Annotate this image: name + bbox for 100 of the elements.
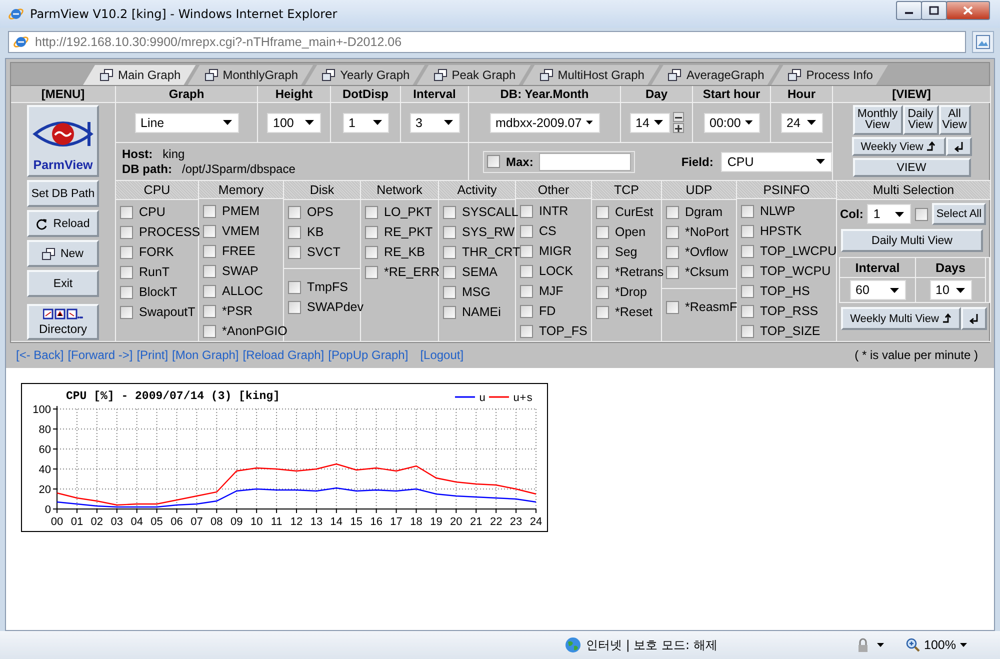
checkbox[interactable] (596, 246, 609, 258)
dropdown[interactable]: Line (134, 112, 238, 132)
compatibility-button[interactable] (972, 31, 994, 53)
tab[interactable]: MonthlyGraph (188, 65, 314, 85)
checkbox[interactable] (666, 206, 679, 218)
select-all-button[interactable]: Select All (932, 203, 986, 225)
checkbox[interactable] (203, 304, 216, 318)
decrement-button[interactable] (672, 112, 684, 122)
dropdown[interactable]: 1 (867, 204, 912, 224)
tab[interactable]: MultiHost Graph (522, 65, 660, 85)
tab[interactable]: Peak Graph (416, 65, 531, 85)
dropdown[interactable]: CPU (721, 152, 832, 172)
checkbox[interactable] (520, 224, 533, 238)
checkbox[interactable] (520, 324, 533, 338)
checkbox[interactable] (203, 204, 216, 218)
checkbox[interactable] (203, 264, 216, 278)
checkbox[interactable] (520, 304, 533, 318)
maximize-button[interactable] (921, 1, 947, 20)
checkbox[interactable] (443, 286, 456, 298)
checkbox[interactable] (203, 224, 216, 238)
checkbox[interactable] (365, 206, 378, 218)
return-button[interactable] (946, 137, 972, 156)
checkbox[interactable] (741, 264, 754, 278)
checkbox[interactable] (120, 266, 133, 278)
checkbox[interactable] (365, 266, 378, 278)
checkbox[interactable] (596, 206, 609, 218)
checkbox[interactable] (596, 266, 609, 278)
dropdown[interactable]: mdbxx-2009.07 (490, 112, 600, 132)
directory-button[interactable]: Directory (27, 304, 99, 340)
tab[interactable]: AverageGraph (651, 65, 780, 85)
checkbox[interactable] (520, 204, 533, 218)
checkbox[interactable] (203, 324, 216, 338)
menu-button[interactable]: Set DB Path (27, 180, 99, 207)
dropdown[interactable]: 60 (850, 280, 906, 300)
checkbox[interactable] (520, 284, 533, 298)
checkbox[interactable] (741, 324, 754, 338)
checkbox[interactable] (120, 206, 133, 218)
checkbox[interactable] (596, 286, 609, 298)
checkbox[interactable] (288, 246, 301, 258)
checkbox[interactable] (915, 208, 928, 220)
checkbox[interactable] (741, 224, 754, 238)
dropdown[interactable]: 24 (780, 112, 822, 132)
checkbox[interactable] (741, 284, 754, 298)
checkbox[interactable] (365, 246, 378, 258)
view-button[interactable]: Monthly View (852, 105, 902, 135)
checkbox[interactable] (443, 306, 456, 318)
checkbox[interactable] (741, 204, 754, 218)
checkbox[interactable] (596, 226, 609, 238)
checkbox[interactable] (288, 206, 301, 218)
checkbox[interactable] (741, 244, 754, 258)
checkbox[interactable] (443, 206, 456, 218)
weekly-multi-view-button[interactable]: Weekly Multi View (841, 307, 961, 330)
address-field[interactable]: http://192.168.10.30:9900/mrepx.cgi?-nTHframe_main+-D2012.06 (8, 31, 966, 53)
checkbox[interactable] (288, 300, 301, 314)
dropdown[interactable]: 100 (267, 112, 321, 132)
stepper[interactable] (672, 112, 684, 133)
checkbox[interactable] (666, 226, 679, 238)
view-button[interactable]: VIEW (852, 158, 970, 177)
logo-button[interactable]: ParmView (27, 105, 99, 177)
checkbox[interactable] (520, 244, 533, 258)
checkbox[interactable] (288, 280, 301, 294)
checkbox[interactable] (120, 306, 133, 318)
tab[interactable]: Process Info (771, 65, 888, 85)
view-button[interactable]: All View (938, 105, 970, 135)
new-button[interactable]: New (27, 240, 99, 267)
dropdown[interactable]: 14 (630, 112, 670, 132)
minimize-button[interactable] (896, 1, 922, 20)
menu-button[interactable]: Exit (27, 270, 99, 297)
checkbox[interactable] (443, 226, 456, 238)
checkbox[interactable] (120, 226, 133, 238)
return-button[interactable] (961, 307, 987, 330)
dropdown[interactable]: 00:00 (704, 112, 760, 132)
checkbox[interactable] (666, 246, 679, 258)
dropdown[interactable]: 10 (930, 280, 972, 300)
daily-multi-view-button[interactable]: Daily Multi View (841, 229, 983, 252)
checkbox[interactable] (666, 300, 679, 314)
checkbox[interactable] (520, 264, 533, 278)
checkbox[interactable] (120, 286, 133, 298)
zoom-button[interactable]: 100% (902, 638, 971, 652)
checkbox[interactable] (741, 304, 754, 318)
max-field[interactable] (539, 152, 632, 170)
reload-button[interactable]: Reload (27, 210, 99, 237)
checkbox[interactable] (288, 226, 301, 238)
checkbox[interactable] (443, 266, 456, 278)
dropdown[interactable]: 3 (410, 112, 460, 132)
checkbox[interactable] (666, 266, 679, 278)
weekly-view-button[interactable]: Weekly View (852, 137, 946, 156)
checkbox[interactable] (120, 246, 133, 258)
checkbox[interactable] (203, 284, 216, 298)
checkbox[interactable] (596, 306, 609, 318)
checkbox[interactable] (487, 155, 500, 168)
tab[interactable]: Yearly Graph (305, 65, 425, 85)
tab[interactable]: Main Graph (83, 65, 196, 85)
increment-button[interactable] (672, 123, 684, 133)
checkbox[interactable] (443, 246, 456, 258)
close-button[interactable] (946, 1, 990, 20)
checkbox[interactable] (365, 226, 378, 238)
view-button[interactable]: Daily View (902, 105, 938, 135)
dropdown[interactable]: 1 (342, 112, 388, 132)
checkbox[interactable] (203, 244, 216, 258)
